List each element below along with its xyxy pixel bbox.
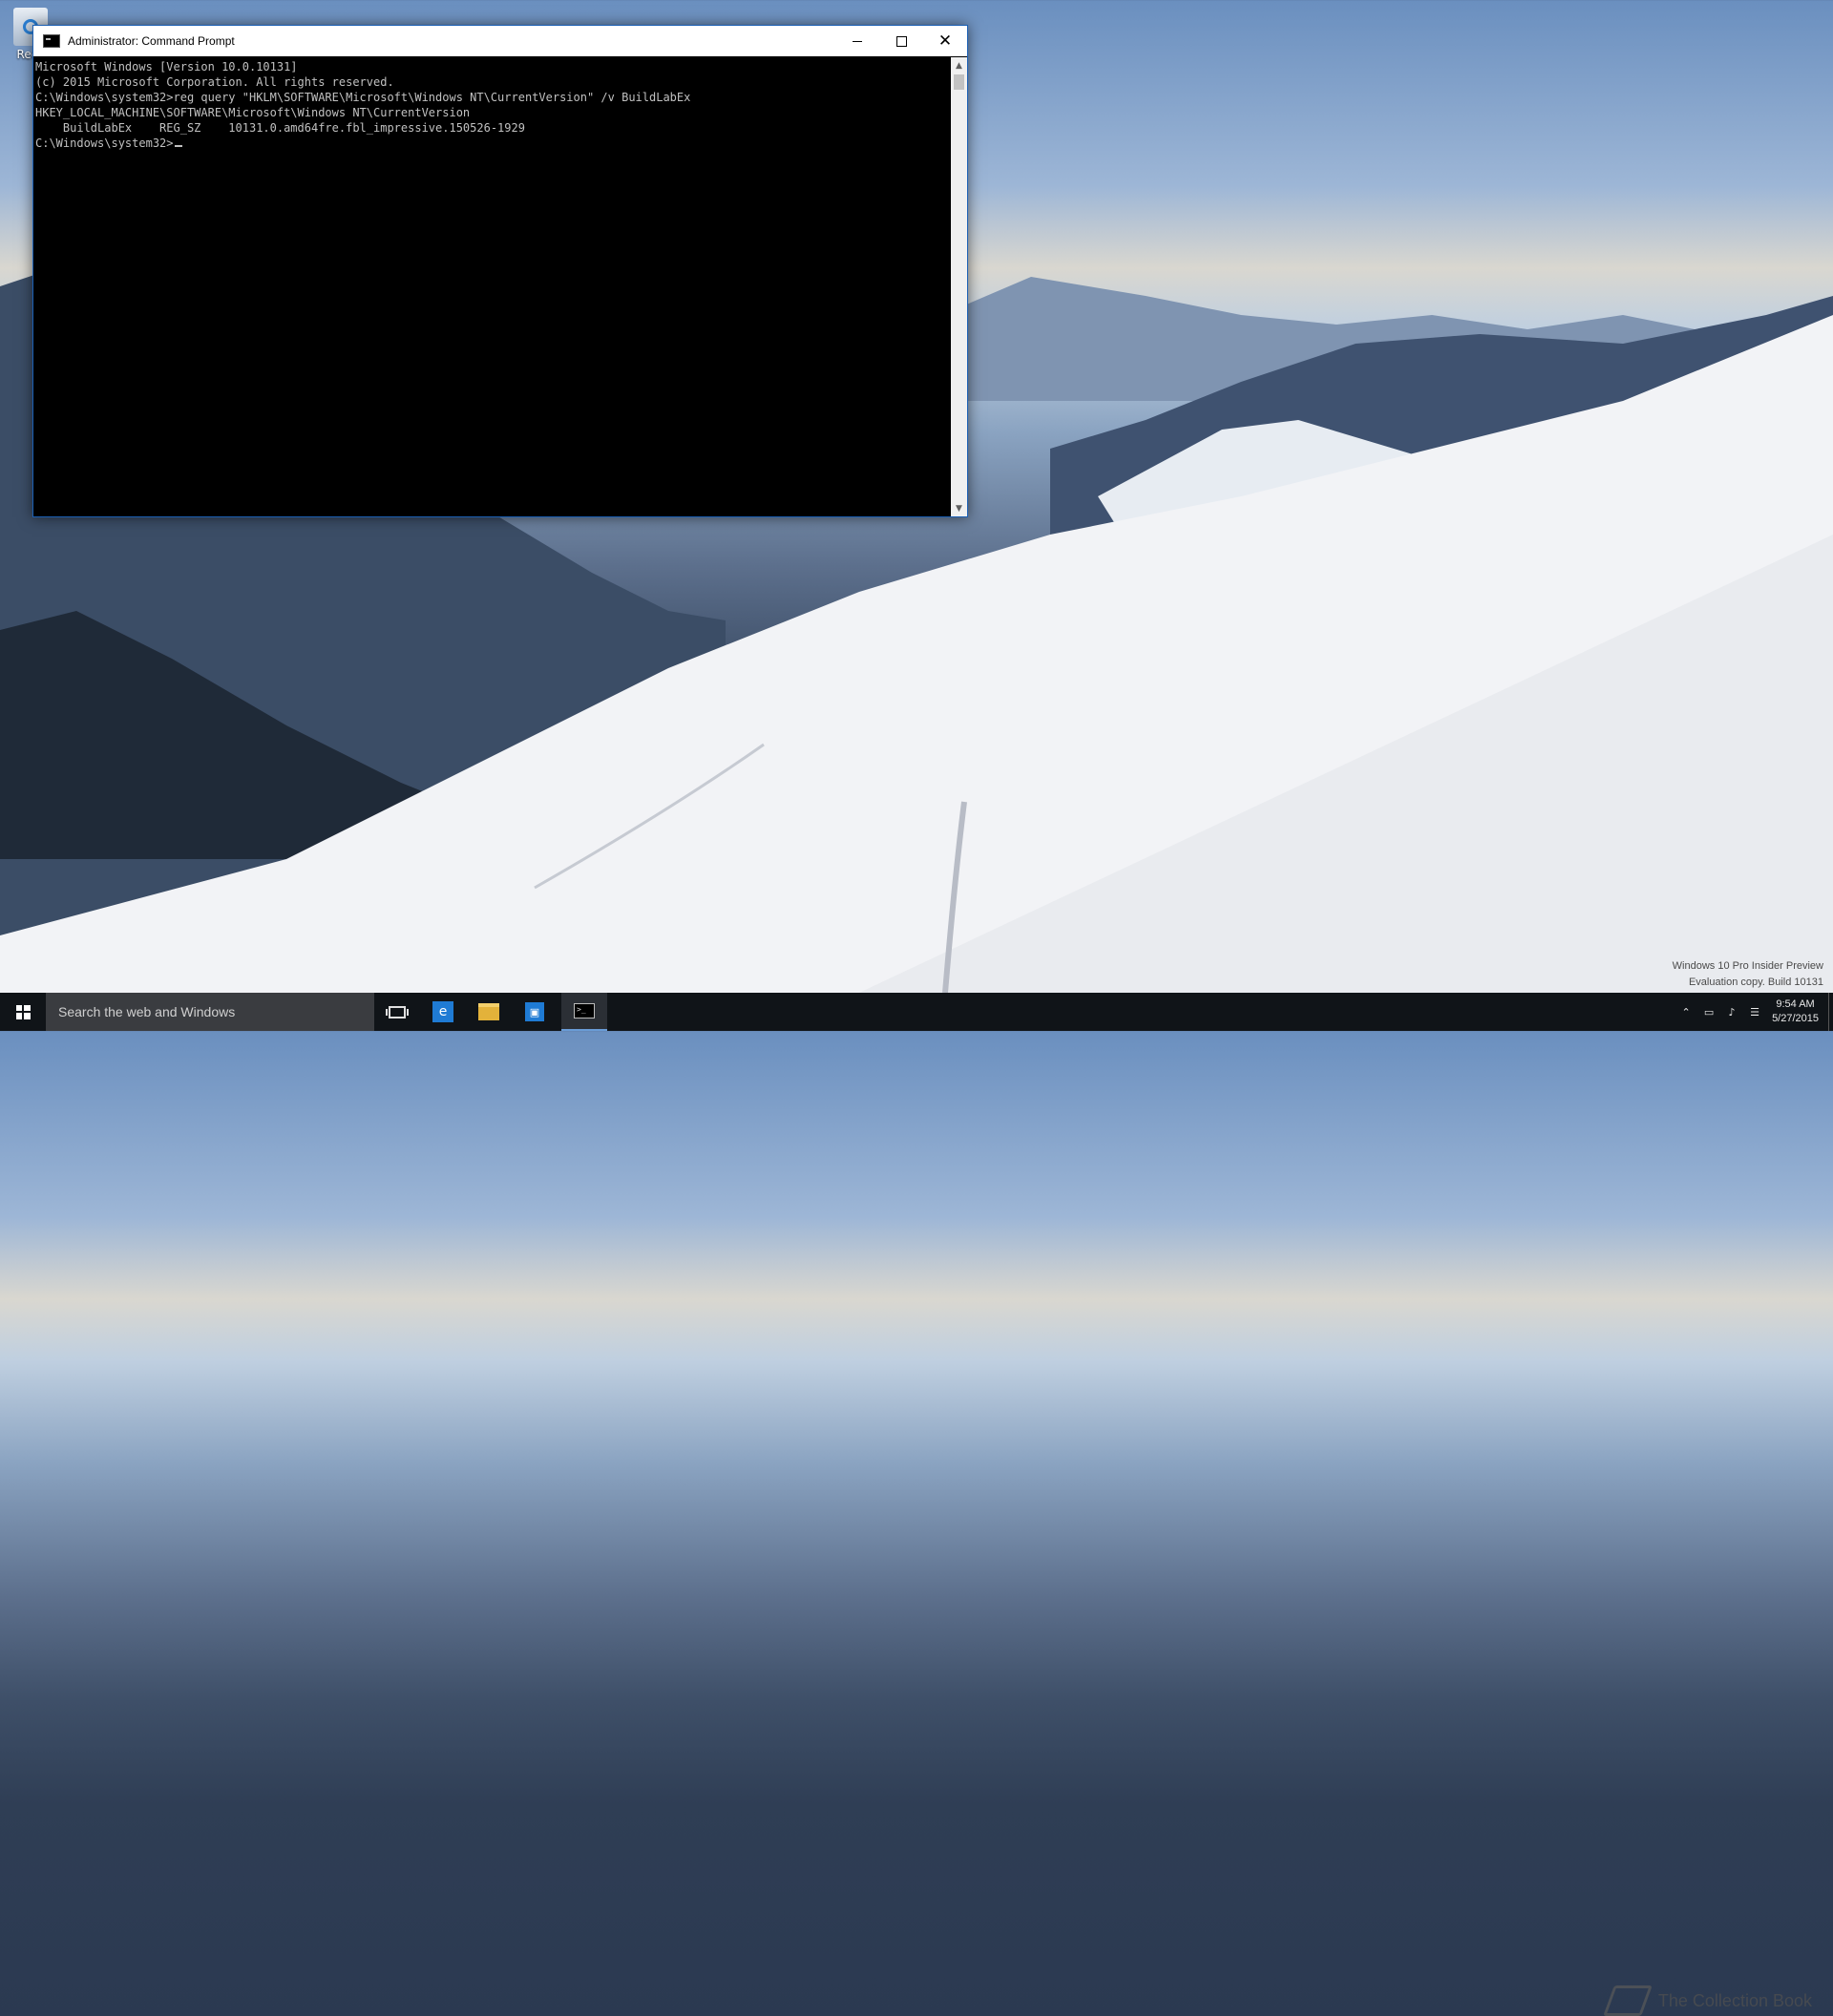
close-icon: ✕ (938, 32, 953, 51)
console-line: BuildLabEx REG_SZ 10131.0.amd64fre.fbl_i… (35, 121, 525, 135)
minimize-button[interactable] (835, 26, 879, 56)
folder-icon (478, 1003, 499, 1020)
task-view-button[interactable] (374, 993, 420, 1031)
file-explorer-button[interactable] (466, 993, 512, 1031)
system-tray: ⌃ ▭ ♪ ☰ 9:54 AM 5/27/2015 (1675, 993, 1833, 1031)
window-title: Administrator: Command Prompt (68, 34, 235, 48)
window-titlebar[interactable]: Administrator: Command Prompt ✕ (33, 26, 967, 56)
maximize-icon (895, 35, 907, 47)
watermark-build: Evaluation copy. Build 10131 (1688, 976, 1823, 988)
clock-time: 9:54 AM (1776, 998, 1815, 1010)
console-prompt-line[interactable]: C:\Windows\system32> (35, 136, 950, 151)
search-input[interactable] (56, 1003, 366, 1020)
vertical-scrollbar[interactable]: ▲ ▼ (951, 57, 967, 516)
command-prompt-icon: >_ (574, 1003, 595, 1018)
scrollbar-thumb[interactable] (954, 74, 964, 90)
clock[interactable]: 9:54 AM 5/27/2015 (1772, 998, 1819, 1026)
network-icon[interactable]: ▭ (1701, 1004, 1717, 1019)
taskbar: e ▣ >_ The Collection Book ⌃ ▭ ♪ ☰ 9:54 … (0, 993, 1833, 2016)
console-line: (c) 2015 Microsoft Corporation. All righ… (35, 75, 394, 89)
task-view-icon (386, 1005, 409, 1018)
clock-date: 5/27/2015 (1772, 1013, 1819, 1024)
show-desktop-button[interactable] (1828, 993, 1833, 1031)
edge-button[interactable]: e (420, 993, 466, 1031)
brand-text: The Collection Book (1657, 1990, 1812, 2010)
console-output[interactable]: Microsoft Windows [Version 10.0.10131] (c… (33, 57, 950, 516)
console-line: C:\Windows\system32>reg query "HKLM\SOFT… (35, 91, 691, 104)
command-prompt-taskbar-button[interactable]: >_ (561, 993, 607, 1031)
console-prompt: C:\Windows\system32> (35, 136, 174, 150)
windows-logo-icon (15, 1004, 31, 1019)
console-line: HKEY_LOCAL_MACHINE\SOFTWARE\Microsoft\Wi… (35, 106, 471, 119)
search-box[interactable] (46, 993, 374, 1031)
maximize-button[interactable] (879, 26, 923, 56)
brand-watermark: The Collection Book (1603, 1985, 1812, 2016)
store-button[interactable]: ▣ (512, 993, 558, 1031)
console-line: Microsoft Windows [Version 10.0.10131] (35, 60, 298, 74)
minimize-icon (853, 40, 862, 42)
scroll-up-arrow-icon[interactable]: ▲ (951, 57, 967, 74)
watermark-edition: Windows 10 Pro Insider Preview (1672, 960, 1823, 972)
action-center-icon[interactable]: ☰ (1747, 1004, 1762, 1019)
volume-icon[interactable]: ♪ (1724, 1004, 1739, 1019)
window-controls: ✕ (835, 26, 967, 56)
os-watermark: Windows 10 Pro Insider Preview Evaluatio… (1673, 958, 1823, 991)
console-app-icon[interactable] (43, 34, 60, 48)
store-icon: ▣ (525, 1002, 544, 1021)
chevron-up-icon[interactable]: ⌃ (1678, 1004, 1694, 1019)
close-button[interactable]: ✕ (923, 26, 967, 56)
text-cursor (174, 145, 182, 147)
scroll-down-arrow-icon[interactable]: ▼ (951, 500, 967, 516)
command-prompt-window[interactable]: Administrator: Command Prompt ✕ Microsof… (32, 25, 968, 517)
start-button[interactable] (0, 993, 46, 1031)
edge-icon: e (432, 1001, 453, 1022)
book-logo-icon (1603, 1985, 1653, 2016)
